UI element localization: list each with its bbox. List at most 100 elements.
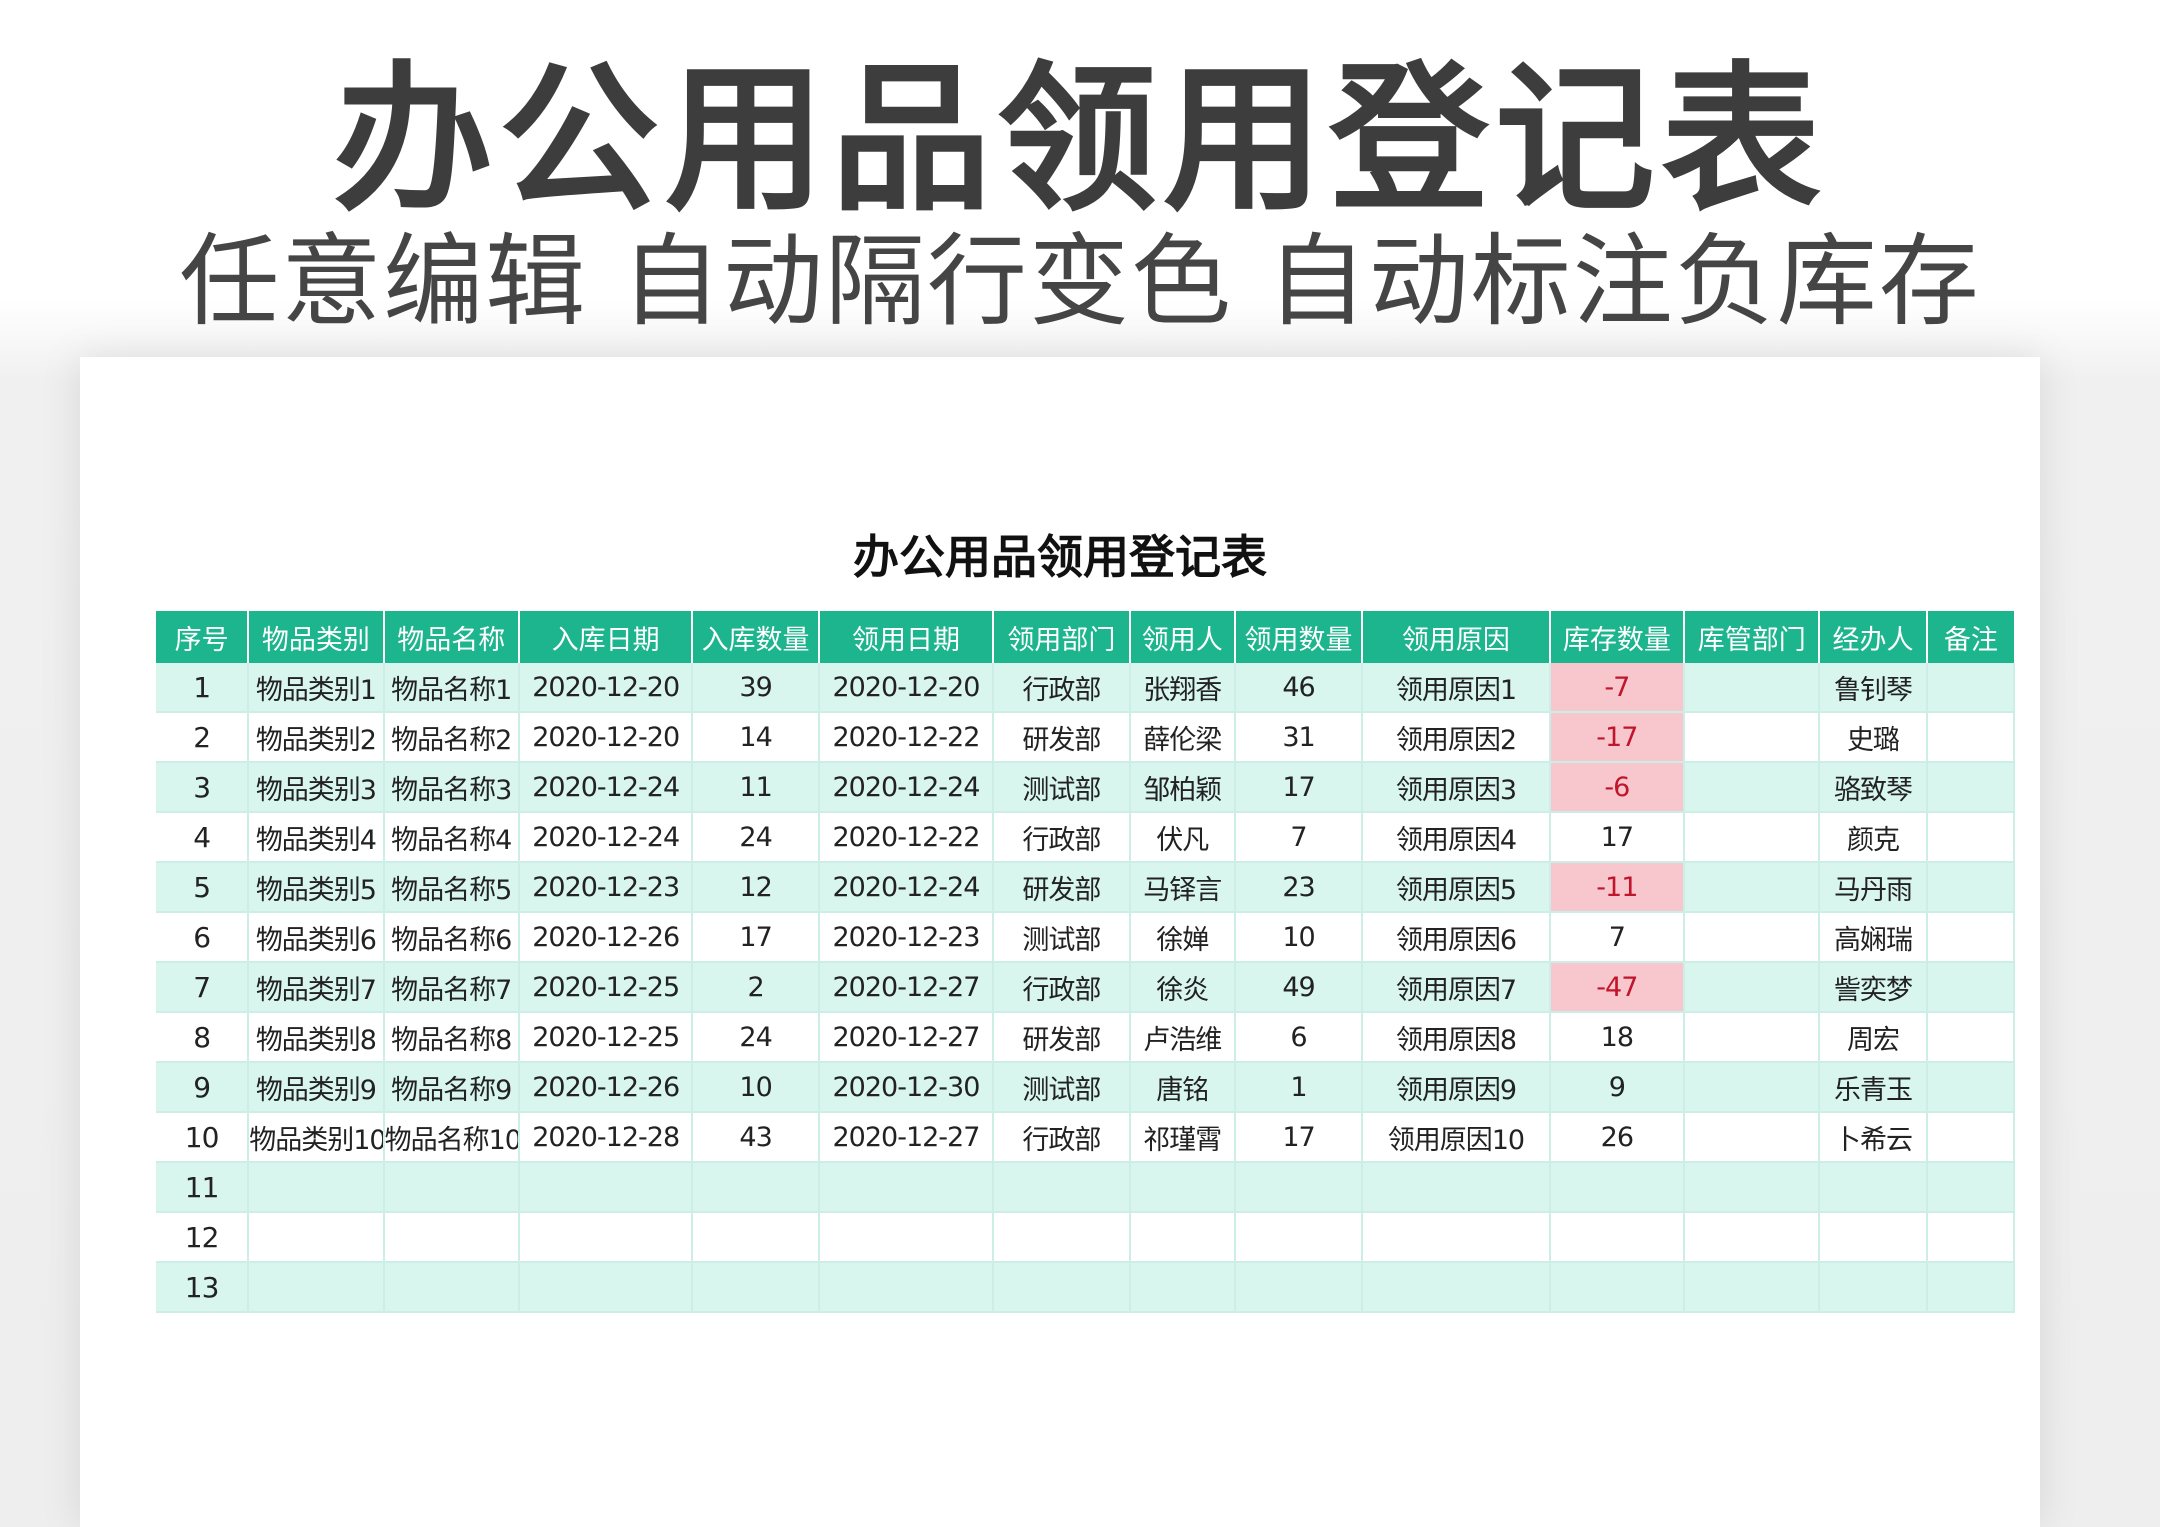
cell-category[interactable]: 物品类别2: [248, 712, 385, 763]
cell-use-reason[interactable]: 领用原因9: [1362, 1062, 1551, 1113]
cell-seq[interactable]: 4: [156, 812, 250, 863]
cell-use-reason[interactable]: [1362, 1212, 1551, 1263]
cell-seq[interactable]: 3: [156, 762, 250, 813]
column-header-use-dept[interactable]: 领用部门: [993, 611, 1131, 663]
cell-store-dept[interactable]: [1684, 1062, 1821, 1113]
cell-use-reason[interactable]: 领用原因1: [1362, 663, 1551, 713]
cell-in-qty[interactable]: 39: [692, 663, 820, 713]
cell-stock-qty[interactable]: 18: [1549, 1012, 1686, 1063]
cell-item-name[interactable]: [383, 1262, 520, 1313]
cell-use-dept[interactable]: 研发部: [993, 1012, 1131, 1063]
cell-in-date[interactable]: 2020-12-28: [518, 1112, 694, 1163]
cell-category[interactable]: 物品类别10: [248, 1112, 385, 1163]
column-header-stock-qty[interactable]: 库存数量: [1549, 611, 1686, 663]
cell-in-qty[interactable]: 43: [692, 1112, 820, 1163]
cell-in-qty[interactable]: 14: [692, 712, 820, 763]
cell-in-qty[interactable]: 11: [692, 762, 820, 813]
cell-stock-qty[interactable]: [1549, 1162, 1686, 1213]
cell-seq[interactable]: 8: [156, 1012, 250, 1063]
cell-remark[interactable]: [1926, 1112, 2016, 1163]
cell-store-dept[interactable]: [1684, 712, 1821, 763]
cell-in-date[interactable]: 2020-12-23: [518, 862, 694, 913]
cell-use-dept[interactable]: 研发部: [993, 712, 1131, 763]
cell-in-qty[interactable]: [692, 1262, 820, 1313]
cell-remark[interactable]: [1926, 1162, 2016, 1213]
cell-seq[interactable]: 10: [156, 1112, 250, 1163]
cell-seq[interactable]: 7: [156, 962, 250, 1013]
cell-in-date[interactable]: 2020-12-24: [518, 812, 694, 863]
cell-category[interactable]: 物品类别6: [248, 912, 385, 963]
cell-in-qty[interactable]: [692, 1162, 820, 1213]
cell-stock-qty[interactable]: 7: [1549, 912, 1686, 963]
cell-seq[interactable]: 12: [156, 1212, 250, 1263]
cell-use-dept[interactable]: [993, 1262, 1131, 1313]
cell-use-date[interactable]: 2020-12-23: [818, 912, 995, 963]
cell-in-qty[interactable]: 2: [692, 962, 820, 1013]
cell-item-name[interactable]: 物品名称8: [383, 1012, 520, 1063]
cell-use-dept[interactable]: 测试部: [993, 762, 1131, 813]
cell-use-dept[interactable]: 行政部: [993, 962, 1131, 1013]
cell-user[interactable]: 祁瑾霄: [1129, 1112, 1236, 1163]
cell-stock-qty[interactable]: 26: [1549, 1112, 1686, 1163]
cell-category[interactable]: 物品类别9: [248, 1062, 385, 1113]
cell-in-qty[interactable]: [692, 1212, 820, 1263]
cell-seq[interactable]: 13: [156, 1262, 250, 1313]
cell-use-qty[interactable]: 46: [1234, 663, 1364, 713]
cell-store-dept[interactable]: [1684, 912, 1821, 963]
column-header-use-date[interactable]: 领用日期: [818, 611, 995, 663]
cell-store-dept[interactable]: [1684, 962, 1821, 1013]
cell-category[interactable]: 物品类别7: [248, 962, 385, 1013]
cell-use-dept[interactable]: [993, 1162, 1131, 1213]
cell-store-dept[interactable]: [1684, 862, 1821, 913]
cell-use-qty[interactable]: [1234, 1262, 1364, 1313]
cell-in-date[interactable]: [518, 1162, 694, 1213]
cell-use-date[interactable]: 2020-12-27: [818, 962, 995, 1013]
cell-remark[interactable]: [1926, 1012, 2016, 1063]
cell-remark[interactable]: [1926, 1062, 2016, 1113]
cell-store-dept[interactable]: [1684, 1112, 1821, 1163]
cell-use-dept[interactable]: [993, 1212, 1131, 1263]
cell-use-dept[interactable]: 行政部: [993, 812, 1131, 863]
cell-handler[interactable]: 高娴瑞: [1819, 912, 1928, 963]
cell-use-qty[interactable]: 17: [1234, 1112, 1364, 1163]
cell-in-qty[interactable]: 10: [692, 1062, 820, 1113]
cell-stock-qty[interactable]: 17: [1549, 812, 1686, 863]
cell-in-qty[interactable]: 24: [692, 812, 820, 863]
cell-user[interactable]: 徐婵: [1129, 912, 1236, 963]
cell-use-reason[interactable]: [1362, 1262, 1551, 1313]
cell-store-dept[interactable]: [1684, 663, 1821, 713]
cell-stock-qty[interactable]: [1549, 1262, 1686, 1313]
cell-user[interactable]: 唐铭: [1129, 1062, 1236, 1113]
cell-remark[interactable]: [1926, 663, 2016, 713]
cell-stock-qty[interactable]: 9: [1549, 1062, 1686, 1113]
cell-remark[interactable]: [1926, 1262, 2016, 1313]
column-header-seq[interactable]: 序号: [156, 611, 250, 663]
cell-use-reason[interactable]: 领用原因10: [1362, 1112, 1551, 1163]
column-header-remark[interactable]: 备注: [1926, 611, 2014, 663]
cell-use-reason[interactable]: 领用原因7: [1362, 962, 1551, 1013]
cell-in-qty[interactable]: 12: [692, 862, 820, 913]
cell-category[interactable]: [248, 1162, 385, 1213]
cell-stock-qty[interactable]: -6: [1549, 762, 1686, 813]
cell-seq[interactable]: 1: [156, 663, 250, 713]
cell-remark[interactable]: [1926, 912, 2016, 963]
cell-category[interactable]: 物品类别4: [248, 812, 385, 863]
cell-handler[interactable]: 骆致琴: [1819, 762, 1928, 813]
cell-store-dept[interactable]: [1684, 762, 1821, 813]
cell-in-date[interactable]: [518, 1212, 694, 1263]
cell-handler[interactable]: 马丹雨: [1819, 862, 1928, 913]
cell-in-date[interactable]: 2020-12-20: [518, 712, 694, 763]
cell-user[interactable]: [1129, 1212, 1236, 1263]
cell-user[interactable]: 邹柏颖: [1129, 762, 1236, 813]
cell-use-date[interactable]: 2020-12-27: [818, 1012, 995, 1063]
cell-handler[interactable]: [1819, 1262, 1928, 1313]
cell-handler[interactable]: [1819, 1212, 1928, 1263]
cell-seq[interactable]: 9: [156, 1062, 250, 1113]
cell-remark[interactable]: [1926, 962, 2016, 1013]
cell-use-dept[interactable]: 测试部: [993, 1062, 1131, 1113]
cell-user[interactable]: [1129, 1262, 1236, 1313]
cell-in-date[interactable]: 2020-12-26: [518, 912, 694, 963]
cell-use-reason[interactable]: 领用原因8: [1362, 1012, 1551, 1063]
column-header-in-date[interactable]: 入库日期: [518, 611, 694, 663]
cell-handler[interactable]: 卜希云: [1819, 1112, 1928, 1163]
